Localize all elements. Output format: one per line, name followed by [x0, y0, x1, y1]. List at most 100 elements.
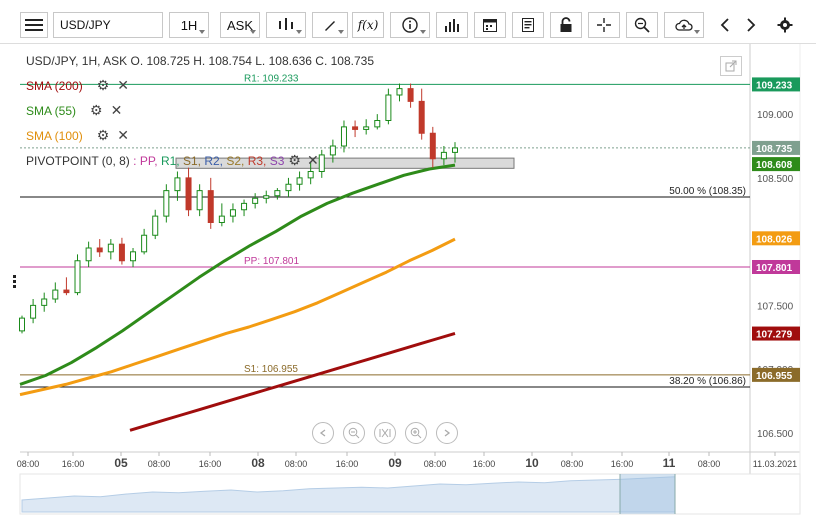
- cloud-button[interactable]: [664, 12, 704, 38]
- drag-handle[interactable]: [13, 275, 17, 289]
- chevron-down-icon: [694, 30, 700, 34]
- legend-pivotpoint[interactable]: PIVOTPOINT (0, 8) : PP, R1, S1, R2, S2, …: [26, 152, 319, 169]
- expand-icon: [725, 60, 737, 72]
- candlestick-icon: [279, 18, 293, 30]
- settings-button[interactable]: [770, 12, 800, 38]
- candle-body: [185, 177, 192, 211]
- candle-body: [163, 190, 170, 217]
- pivot-s2: S2,: [223, 153, 245, 168]
- candle-body: [107, 243, 114, 253]
- price-tag-label: 108.608: [756, 160, 793, 171]
- x-tick-label: 16:00: [62, 459, 85, 469]
- x-tick-label: 08: [251, 456, 265, 470]
- navigator[interactable]: [19, 473, 801, 515]
- price-chart[interactable]: R1: 109.233 PP: 107.801 S1: 106.955 50.00 …: [0, 44, 816, 526]
- zoom-icon: [634, 17, 650, 33]
- template-button[interactable]: [512, 12, 544, 38]
- price-tags: 109.233 108.735 108.608 108.026 107.801 107.2…: [752, 77, 800, 382]
- scroll-right-button[interactable]: [738, 12, 764, 38]
- gear-icon[interactable]: ⚙: [90, 102, 103, 119]
- price-tag-label: 108.735: [756, 144, 793, 155]
- play-button[interactable]: [436, 422, 458, 444]
- x-tick-label: 11.03.2021: [753, 459, 797, 469]
- x-tick-label: 08:00: [148, 459, 171, 469]
- close-icon[interactable]: ✕: [117, 77, 129, 94]
- pivot-pp: PP,: [139, 153, 158, 168]
- price-tag-label: 107.279: [756, 330, 793, 341]
- pivot-label-pp: PP: 107.801: [244, 256, 299, 267]
- candle-body: [363, 126, 370, 130]
- zoom-out-button[interactable]: [343, 422, 365, 444]
- legend-sma-200[interactable]: SMA (200) ⚙ ✕: [26, 77, 129, 94]
- lock-icon: [560, 17, 572, 32]
- candle-body: [85, 247, 92, 262]
- candle-body: [141, 234, 148, 253]
- pivot-r3: R3,: [244, 153, 267, 168]
- candle-body: [440, 151, 447, 160]
- symbol-selector[interactable]: USD/JPY: [53, 12, 163, 38]
- reset-button[interactable]: [374, 422, 396, 444]
- pivot-label-s1: S1: 106.955: [244, 364, 298, 375]
- gear-icon[interactable]: ⚙: [288, 152, 301, 169]
- hamburger-icon: [25, 19, 43, 31]
- candle-body: [429, 132, 436, 160]
- lock-button[interactable]: [550, 12, 582, 38]
- gear-icon[interactable]: ⚙: [97, 77, 110, 94]
- candle-body: [274, 190, 281, 197]
- pivot-label: PIVOTPOINT (0, 8): [26, 153, 130, 168]
- candles: [19, 83, 458, 334]
- candle-body: [285, 183, 292, 192]
- pan-left-button[interactable]: [312, 422, 334, 444]
- close-icon[interactable]: ✕: [307, 152, 319, 169]
- zoom-out-icon: [348, 427, 360, 439]
- info-button[interactable]: [390, 12, 430, 38]
- fibonacci-levels: 50.00 % (108.35) 38.20 % (106.86): [20, 186, 750, 388]
- legend-sma-100[interactable]: SMA (100) ⚙ ✕: [26, 127, 129, 144]
- crosshair-button[interactable]: [588, 12, 620, 38]
- chevron-down-icon: [199, 30, 205, 34]
- candle-body: [329, 145, 336, 156]
- volume-button[interactable]: [436, 12, 468, 38]
- scroll-left-button[interactable]: [712, 12, 738, 38]
- sma-55-label: SMA (55): [26, 103, 77, 118]
- zoom-in-button[interactable]: [405, 422, 427, 444]
- price-type-selector[interactable]: ASK: [220, 12, 260, 38]
- close-icon[interactable]: ✕: [117, 127, 129, 144]
- candle-body: [263, 195, 270, 199]
- sma-200-label: SMA (200): [26, 78, 83, 93]
- x-tick-label: 09: [388, 456, 402, 470]
- close-icon[interactable]: ✕: [111, 102, 123, 119]
- timeframe-selector[interactable]: 1H: [169, 12, 209, 38]
- indicators-button[interactable]: f(x): [352, 12, 384, 38]
- x-tick-label: 08:00: [17, 459, 40, 469]
- menu-button[interactable]: [20, 12, 48, 38]
- pivot-r1: R1,: [157, 153, 180, 168]
- candle-body: [452, 147, 458, 153]
- x-axis: 08:00 16:00 05 08:00 16:00 08 08:00 16:00 09 08:0…: [17, 452, 797, 470]
- candle-body: [241, 202, 248, 211]
- document-icon: [522, 18, 534, 32]
- sma-lines: [19, 163, 456, 432]
- candle-body: [252, 197, 259, 204]
- bars-icon: [445, 19, 459, 32]
- expand-button[interactable]: [720, 56, 742, 76]
- price-tag-label: 106.955: [756, 371, 793, 382]
- candle-body: [352, 126, 359, 130]
- x-tick-label: 16:00: [611, 459, 634, 469]
- y-tick-label: 108.500: [757, 174, 794, 185]
- price-tag-label: 109.233: [756, 80, 793, 91]
- calendar-button[interactable]: [474, 12, 506, 38]
- navigator-window: [620, 474, 675, 514]
- draw-tool-button[interactable]: [312, 12, 348, 38]
- gear-icon[interactable]: ⚙: [97, 127, 110, 144]
- crosshair-icon: [597, 18, 611, 32]
- pivot-levels: R1: 109.233 PP: 107.801 S1: 106.955: [20, 73, 750, 376]
- candle-body: [374, 120, 381, 128]
- y-tick-label: 107.500: [757, 301, 794, 312]
- legend-sma-55[interactable]: SMA (55) ⚙ ✕: [26, 102, 122, 119]
- candle-body: [52, 289, 59, 300]
- zoom-button[interactable]: [626, 12, 658, 38]
- play-icon: [444, 429, 451, 437]
- chart-type-button[interactable]: [266, 12, 306, 38]
- candle-body: [307, 171, 314, 179]
